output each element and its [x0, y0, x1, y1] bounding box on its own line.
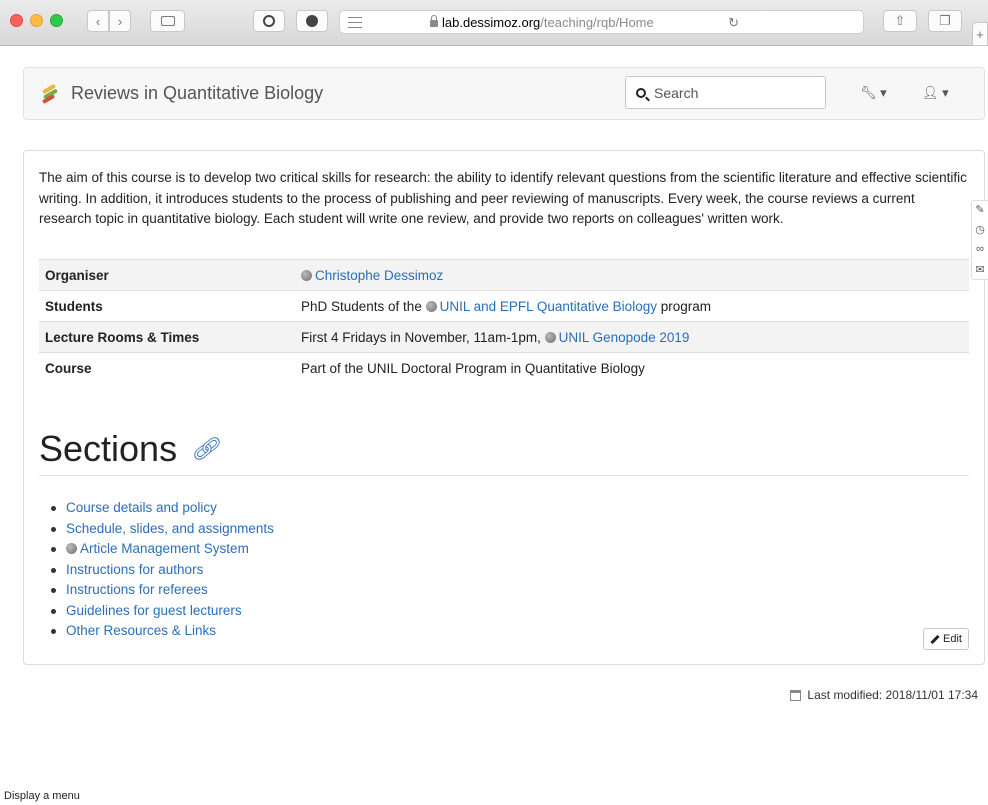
tools-menu[interactable]: 🔧︎ ▾: [860, 85, 887, 101]
address-bar[interactable]: lab.dessimoz.org/teaching/rqb/Home ↻: [339, 10, 864, 34]
site-brand[interactable]: Reviews in Quantitative Biology: [40, 83, 323, 104]
section-link-resources[interactable]: Other Resources & Links: [66, 623, 216, 638]
sidebar-button[interactable]: [150, 10, 185, 32]
table-row: Lecture Rooms & Times First 4 Fridays in…: [39, 321, 969, 353]
minimize-window-button[interactable]: [30, 14, 43, 27]
globe-icon: [301, 269, 312, 281]
content-panel: The aim of this course is to develop two…: [23, 150, 985, 665]
browser-toolbar: ‹ › lab.dessimoz.org/teaching/rqb/Home ↻…: [0, 0, 988, 46]
list-item: Course details and policy: [51, 498, 274, 519]
site-navbar: Reviews in Quantitative Biology Search 🔧…: [23, 67, 985, 120]
students-value: PhD Students of the UNIL and EPFL Quanti…: [295, 290, 969, 322]
globe-icon: [66, 543, 77, 554]
section-link-referees[interactable]: Instructions for referees: [66, 582, 208, 597]
url-host: lab.dessimoz.org: [442, 15, 541, 30]
pencil-icon: [930, 634, 940, 644]
course-value: Part of the UNIL Doctoral Program in Qua…: [295, 352, 969, 384]
students-text: PhD Students of the: [301, 298, 422, 314]
user-menu[interactable]: 👤︎ ▾: [922, 85, 949, 101]
section-link-article-management[interactable]: Article Management System: [80, 541, 249, 556]
globe-icon: [544, 331, 556, 343]
sections-list: Course details and policy Schedule, slid…: [51, 498, 274, 642]
grammar-icon: [306, 15, 318, 27]
calendar-icon: [790, 689, 802, 701]
mail-icon[interactable]: ✉: [972, 263, 988, 281]
list-item: Other Resources & Links: [51, 621, 274, 642]
link-icon[interactable]: 🔗︎: [191, 436, 219, 462]
edit-button[interactable]: Edit: [923, 628, 969, 650]
list-item: Instructions for authors: [51, 560, 274, 581]
last-modified-text: Last modified: 2018/11/01 17:34: [807, 688, 978, 702]
page-tools: ✎ ◷ ∞ ✉: [971, 200, 988, 280]
rooms-label: Lecture Rooms & Times: [39, 321, 295, 353]
divider: [39, 475, 969, 476]
edit-label: Edit: [943, 633, 962, 645]
room-link[interactable]: UNIL Genopode 2019: [559, 330, 690, 345]
site-title: Reviews in Quantitative Biology: [71, 83, 324, 103]
tabs-overview-button[interactable]: ❐: [928, 10, 962, 32]
course-label: Course: [39, 352, 295, 384]
user-icon: 👤︎: [922, 85, 939, 100]
caret-down-icon: ▾: [880, 85, 887, 100]
password-icon: [263, 15, 275, 27]
sections-heading: Sections 🔗︎: [39, 428, 219, 470]
lock-icon: [430, 15, 438, 27]
grammar-extension-button[interactable]: [296, 10, 328, 32]
organiser-value: Christophe Dessimoz: [295, 259, 969, 291]
section-link-course-details[interactable]: Course details and policy: [66, 500, 217, 515]
sections-heading-text: Sections: [39, 428, 178, 469]
students-label: Students: [39, 290, 295, 322]
wrench-icon: 🔧︎: [860, 85, 877, 100]
reader-view-icon[interactable]: [348, 17, 362, 28]
url-path: /teaching/rqb/Home: [540, 15, 654, 30]
caret-down-icon: ▾: [942, 85, 949, 100]
course-info-table: Organiser Christophe Dessimoz Students P…: [39, 259, 969, 384]
link-icon[interactable]: ∞: [972, 243, 988, 261]
list-item: Instructions for referees: [51, 580, 274, 601]
list-item: Article Management System: [51, 539, 274, 560]
table-row: Students PhD Students of the UNIL and EP…: [39, 290, 969, 322]
search-icon: [636, 87, 646, 98]
back-button[interactable]: ‹: [87, 10, 109, 32]
course-intro: The aim of this course is to develop two…: [39, 170, 967, 226]
chevron-right-icon: ›: [117, 13, 123, 29]
status-bar: Display a menu: [4, 790, 80, 802]
fullscreen-window-button[interactable]: [50, 14, 63, 27]
share-icon: ⇧: [894, 13, 906, 28]
share-button[interactable]: ⇧: [883, 10, 917, 32]
section-link-guest-lecturers[interactable]: Guidelines for guest lecturers: [66, 603, 242, 618]
history-icon[interactable]: ◷: [972, 223, 988, 241]
chevron-left-icon: ‹: [95, 13, 101, 29]
globe-icon: [425, 300, 437, 312]
section-link-authors[interactable]: Instructions for authors: [66, 562, 203, 577]
logo-icon: [40, 83, 60, 104]
reload-icon[interactable]: ↻: [728, 15, 739, 31]
list-item: Guidelines for guest lecturers: [51, 601, 274, 622]
new-tab-button[interactable]: +: [972, 22, 988, 46]
students-text-end: program: [660, 298, 712, 314]
section-link-schedule[interactable]: Schedule, slides, and assignments: [66, 521, 274, 536]
search-placeholder: Search: [654, 84, 699, 101]
organiser-label: Organiser: [39, 259, 295, 291]
rooms-text: First 4 Fridays in November, 11am-1pm,: [301, 329, 541, 345]
rooms-value: First 4 Fridays in November, 11am-1pm, U…: [295, 321, 969, 353]
last-modified: Last modified: 2018/11/01 17:34: [790, 688, 978, 702]
table-row: Course Part of the UNIL Doctoral Program…: [39, 352, 969, 384]
sidebar-icon: [160, 16, 175, 26]
table-row: Organiser Christophe Dessimoz: [39, 259, 969, 291]
search-input[interactable]: Search: [625, 76, 826, 109]
edit-page-icon[interactable]: ✎: [972, 203, 988, 221]
url-text: lab.dessimoz.org/teaching/rqb/Home: [430, 15, 654, 30]
password-extension-button[interactable]: [253, 10, 285, 32]
plus-icon: +: [976, 26, 984, 42]
program-link[interactable]: UNIL and EPFL Quantitative Biology: [440, 299, 657, 314]
tabs-icon: ❐: [939, 13, 951, 28]
organiser-link[interactable]: Christophe Dessimoz: [315, 268, 443, 283]
close-window-button[interactable]: [10, 14, 23, 27]
list-item: Schedule, slides, and assignments: [51, 519, 274, 540]
forward-button[interactable]: ›: [109, 10, 131, 32]
